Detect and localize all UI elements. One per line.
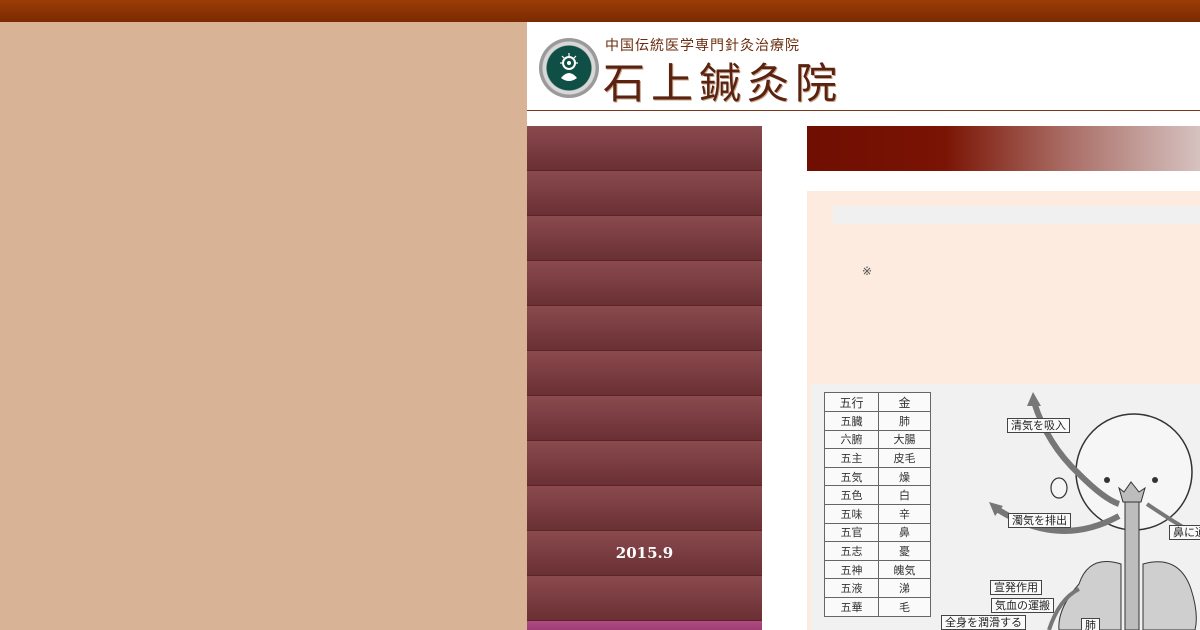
inhale-arrowhead [1027, 392, 1041, 406]
nav-item-10[interactable]: 2015.9 [527, 531, 762, 576]
table-header-cell: 金 [878, 392, 931, 412]
main-content: ※ 五行 金 五臓肺 六腑 大腸 五主 皮毛 五気燥 五色白 五味辛 五官鼻 五志憂… [807, 191, 1200, 630]
table-cell: 五臓 [824, 411, 879, 431]
right-lung [1142, 561, 1197, 630]
site-header: 中国伝統医学専門針灸治療院 石上鍼灸院 [527, 22, 1200, 111]
page: 中国伝統医学専門針灸治療院 石上鍼灸院 2015.9 ※ 五行 金 五臓肺 六腑… [527, 22, 1200, 630]
table-cell: 魄気 [878, 559, 931, 580]
table-cell: 五色 [824, 485, 879, 505]
nav-item-4[interactable] [527, 261, 762, 306]
table-cell: 五味 [824, 503, 879, 524]
table-cell: 五液 [824, 578, 879, 598]
label-disperse: 宣発作用 [990, 580, 1042, 595]
table-row: 五志憂 [824, 541, 931, 561]
nav-item-3[interactable] [527, 216, 762, 261]
table-row: 五神 魄気 [824, 559, 931, 580]
table-cell: 五華 [824, 596, 879, 617]
five-elements-table: 五行 金 五臓肺 六腑 大腸 五主 皮毛 五気燥 五色白 五味辛 五官鼻 五志憂 五… [824, 392, 931, 617]
table-cell: 肺 [878, 411, 931, 431]
nav-item-1[interactable] [527, 126, 762, 171]
table-cell: 皮毛 [878, 448, 931, 468]
table-cell: 燥 [878, 466, 931, 487]
content-note: ※ [862, 264, 873, 278]
nav-item-5[interactable] [527, 306, 762, 351]
table-row: 五気燥 [824, 466, 931, 487]
label-exhale: 濁気を排出 [1008, 513, 1071, 528]
table-cell: 六腑 [824, 429, 879, 450]
site-title[interactable]: 石上鍼灸院 [603, 50, 843, 111]
nav-item-8[interactable] [527, 441, 762, 486]
nav-item-7[interactable] [527, 396, 762, 441]
eye [1104, 477, 1110, 483]
nav-item-6[interactable] [527, 351, 762, 396]
sidebar-nav: 2015.9 [527, 126, 762, 630]
table-cell: 憂 [878, 541, 931, 561]
table-row: 五臓肺 [824, 411, 931, 431]
table-row: 五色白 [824, 485, 931, 505]
trachea [1124, 501, 1140, 630]
label-moisten: 全身を潤滑する [941, 615, 1026, 630]
page-title-bar [807, 126, 1200, 171]
table-cell: 五気 [824, 466, 879, 487]
lung-diagram-figure: 五行 金 五臓肺 六腑 大腸 五主 皮毛 五気燥 五色白 五味辛 五官鼻 五志憂 五… [811, 384, 1200, 630]
table-row: 五味辛 [824, 503, 931, 524]
table-header-row: 五行 金 [824, 392, 931, 412]
table-cell: 五志 [824, 541, 879, 561]
nav-item-2[interactable] [527, 171, 762, 216]
label-transport: 気血の運搬 [991, 598, 1054, 613]
table-cell: 五官 [824, 522, 879, 543]
table-cell: 毛 [878, 596, 931, 617]
table-cell: 五神 [824, 559, 879, 580]
table-cell: 鼻 [878, 522, 931, 543]
ear-outline [1050, 477, 1068, 499]
table-cell: 涕 [878, 578, 931, 598]
table-cell: 大腸 [878, 429, 931, 450]
table-header-cell: 五行 [824, 392, 879, 412]
table-row: 五華毛 [824, 596, 931, 617]
label-lung: 肺 [1081, 618, 1100, 630]
table-row: 五液涕 [824, 578, 931, 598]
table-cell: 白 [878, 485, 931, 505]
content-heading-bar [833, 206, 1200, 224]
table-row: 六腑 大腸 [824, 429, 931, 450]
label-nose: 鼻に通 [1169, 525, 1200, 540]
top-bar [0, 0, 1200, 22]
clinic-logo-icon[interactable] [539, 38, 599, 98]
nav-item-11[interactable] [527, 576, 762, 621]
table-cell: 辛 [878, 503, 931, 524]
label-inhale: 清気を吸入 [1007, 418, 1070, 433]
table-cell: 五主 [824, 448, 879, 468]
eye [1152, 477, 1158, 483]
table-row: 五官鼻 [824, 522, 931, 543]
nav-item-9[interactable] [527, 486, 762, 531]
nav-item-highlight[interactable] [527, 621, 762, 630]
table-row: 五主 皮毛 [824, 448, 931, 468]
